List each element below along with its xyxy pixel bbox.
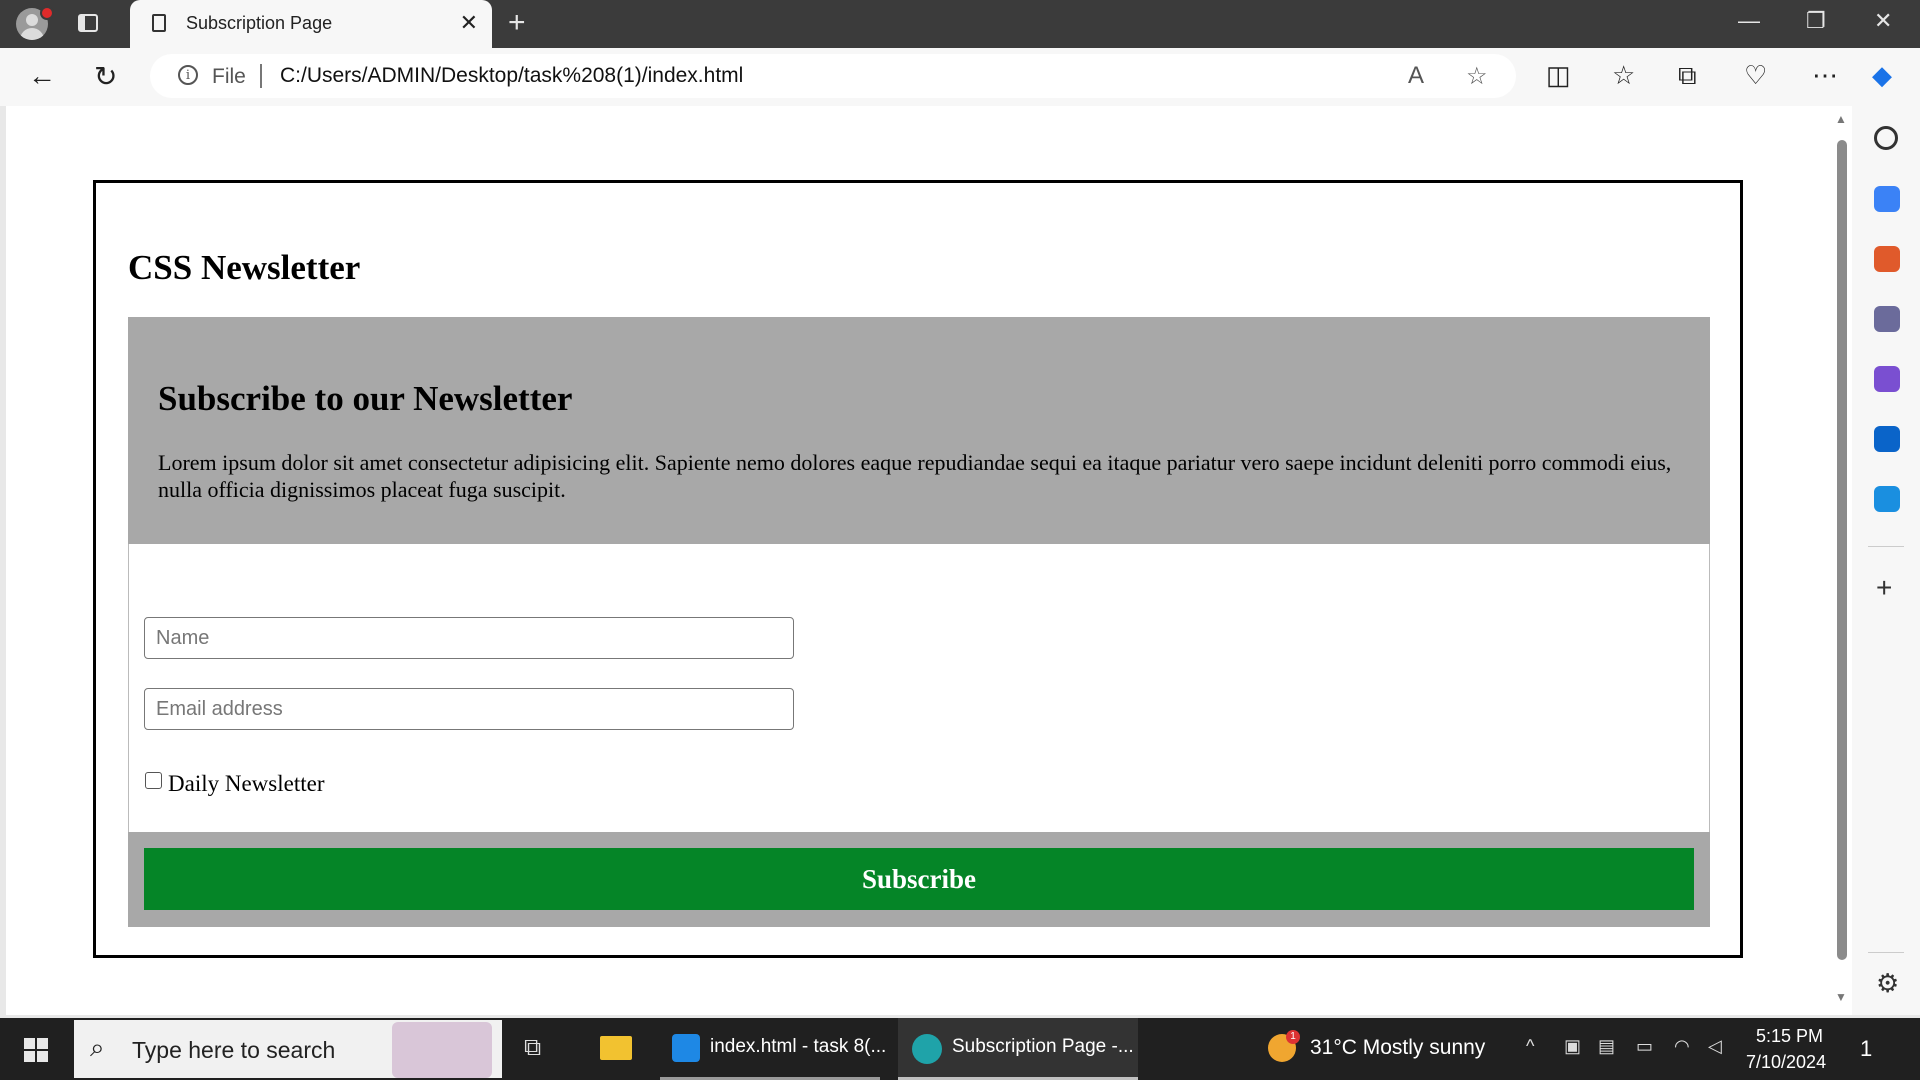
tab-title: Subscription Page bbox=[186, 13, 333, 33]
newsletter-header-panel: Subscribe to our Newsletter Lorem ipsum … bbox=[128, 317, 1710, 544]
add-icon[interactable]: + bbox=[1876, 572, 1892, 604]
close-tab-icon[interactable]: ✕ bbox=[460, 10, 478, 36]
weather-text[interactable]: 31°C Mostly sunny bbox=[1310, 1036, 1485, 1060]
microsoft-365-icon[interactable] bbox=[1874, 366, 1900, 392]
sidebar-divider bbox=[1868, 546, 1904, 547]
task-view-icon[interactable]: ⧉ bbox=[524, 1034, 541, 1062]
more-options-icon[interactable]: ⋯ bbox=[1812, 60, 1838, 91]
battery-icon[interactable]: ▭ bbox=[1636, 1036, 1653, 1057]
email-input[interactable] bbox=[144, 688, 794, 730]
scroll-down-icon[interactable]: ▼ bbox=[1835, 990, 1847, 1004]
wifi-icon[interactable]: ◠ bbox=[1674, 1036, 1690, 1057]
refresh-icon[interactable]: ↻ bbox=[94, 60, 117, 93]
volume-icon[interactable]: ◁ bbox=[1708, 1036, 1722, 1057]
search-icon: ⌕ bbox=[90, 1032, 105, 1062]
new-tab-icon[interactable]: + bbox=[508, 6, 526, 40]
settings-gear-icon[interactable]: ⚙ bbox=[1876, 968, 1899, 999]
address-bar[interactable]: i File C:/Users/ADMIN/Desktop/task%208(1… bbox=[150, 54, 1516, 98]
edge-sidebar: + ⚙ bbox=[1852, 106, 1920, 1015]
games-icon[interactable] bbox=[1874, 306, 1900, 332]
vertical-scrollbar[interactable]: ▲ ▼ bbox=[1832, 106, 1852, 1015]
notification-center-icon[interactable]: 1 bbox=[1860, 1036, 1872, 1062]
profile-notification-dot bbox=[40, 6, 54, 20]
restore-icon[interactable]: ❐ bbox=[1806, 8, 1826, 34]
name-input[interactable] bbox=[144, 617, 794, 659]
subscription-form: Daily Newsletter bbox=[128, 544, 1710, 832]
back-icon[interactable]: ← bbox=[28, 60, 56, 92]
read-aloud-icon[interactable]: A bbox=[1408, 62, 1424, 90]
meet-now-icon[interactable]: ▣ bbox=[1564, 1036, 1581, 1057]
windows-taskbar: ⌕ Type here to search ⧉ index.html - tas… bbox=[0, 1018, 1920, 1080]
outlook-icon[interactable] bbox=[1874, 426, 1900, 452]
address-separator bbox=[260, 64, 262, 88]
subscribe-button[interactable]: Subscribe bbox=[144, 848, 1694, 910]
newsletter-description: Lorem ipsum dolor sit amet consectetur a… bbox=[158, 450, 1672, 502]
page-icon bbox=[152, 14, 166, 32]
vscode-icon bbox=[672, 1034, 700, 1062]
tab-subscription-page[interactable]: Subscription Page ✕ bbox=[130, 0, 492, 48]
taskbar-app-edge[interactable]: Subscription Page -... bbox=[898, 1018, 1138, 1080]
copilot-icon[interactable]: ◆ bbox=[1872, 60, 1892, 91]
taskbar-search-box[interactable]: ⌕ Type here to search bbox=[74, 1020, 502, 1078]
favorites-icon[interactable]: ☆ bbox=[1612, 60, 1635, 91]
windows-start-icon[interactable] bbox=[24, 1038, 48, 1062]
file-explorer-icon[interactable] bbox=[596, 1018, 636, 1080]
tab-actions-icon[interactable] bbox=[78, 14, 98, 32]
page-title: CSS Newsletter bbox=[128, 248, 361, 287]
form-footer-panel: Subscribe bbox=[128, 832, 1710, 927]
taskbar-app-label: Subscription Page -... bbox=[952, 1036, 1134, 1057]
shopping-tag-icon[interactable] bbox=[1874, 186, 1900, 212]
scheme-label: File bbox=[212, 65, 246, 88]
newsletter-container: CSS Newsletter Subscribe to our Newslett… bbox=[93, 180, 1743, 958]
clock-date[interactable]: 7/10/2024 bbox=[1746, 1052, 1826, 1073]
edge-icon bbox=[912, 1034, 942, 1064]
collections-icon[interactable]: ⧉ bbox=[1678, 60, 1697, 92]
sidebar-divider bbox=[1868, 952, 1904, 953]
weather-badge: 1 bbox=[1286, 1030, 1300, 1044]
show-hidden-icons-chevron-icon[interactable]: ^ bbox=[1526, 1036, 1534, 1057]
info-icon[interactable]: i bbox=[178, 65, 198, 85]
favorite-star-icon[interactable]: ☆ bbox=[1466, 62, 1488, 91]
search-highlight-image bbox=[392, 1022, 492, 1078]
scroll-up-icon[interactable]: ▲ bbox=[1835, 112, 1847, 126]
close-window-icon[interactable]: ✕ bbox=[1874, 8, 1892, 34]
taskbar-search-placeholder: Type here to search bbox=[132, 1037, 336, 1063]
scrollbar-thumb[interactable] bbox=[1837, 140, 1847, 960]
drop-icon[interactable] bbox=[1874, 486, 1900, 512]
device-icon[interactable]: ▤ bbox=[1598, 1036, 1615, 1057]
url-text[interactable]: C:/Users/ADMIN/Desktop/task%208(1)/index… bbox=[280, 64, 743, 88]
clock-time[interactable]: 5:15 PM bbox=[1756, 1026, 1823, 1047]
taskbar-app-label: index.html - task 8(... bbox=[710, 1036, 887, 1057]
browser-title-bar: Subscription Page ✕ + — ❐ ✕ bbox=[0, 0, 1920, 48]
daily-newsletter-label[interactable]: Daily Newsletter bbox=[168, 771, 324, 797]
tools-icon[interactable] bbox=[1874, 246, 1900, 272]
daily-newsletter-checkbox[interactable] bbox=[145, 772, 162, 789]
browser-essentials-icon[interactable]: ♡ bbox=[1744, 60, 1767, 91]
minimize-icon[interactable]: — bbox=[1738, 8, 1760, 34]
search-icon[interactable] bbox=[1874, 126, 1898, 150]
browser-toolbar: ← ↻ i File C:/Users/ADMIN/Desktop/task%2… bbox=[0, 48, 1920, 106]
taskbar-app-vscode[interactable]: index.html - task 8(... bbox=[660, 1018, 886, 1080]
split-screen-icon[interactable]: ◫ bbox=[1546, 60, 1571, 91]
subscribe-heading: Subscribe to our Newsletter bbox=[158, 379, 573, 418]
